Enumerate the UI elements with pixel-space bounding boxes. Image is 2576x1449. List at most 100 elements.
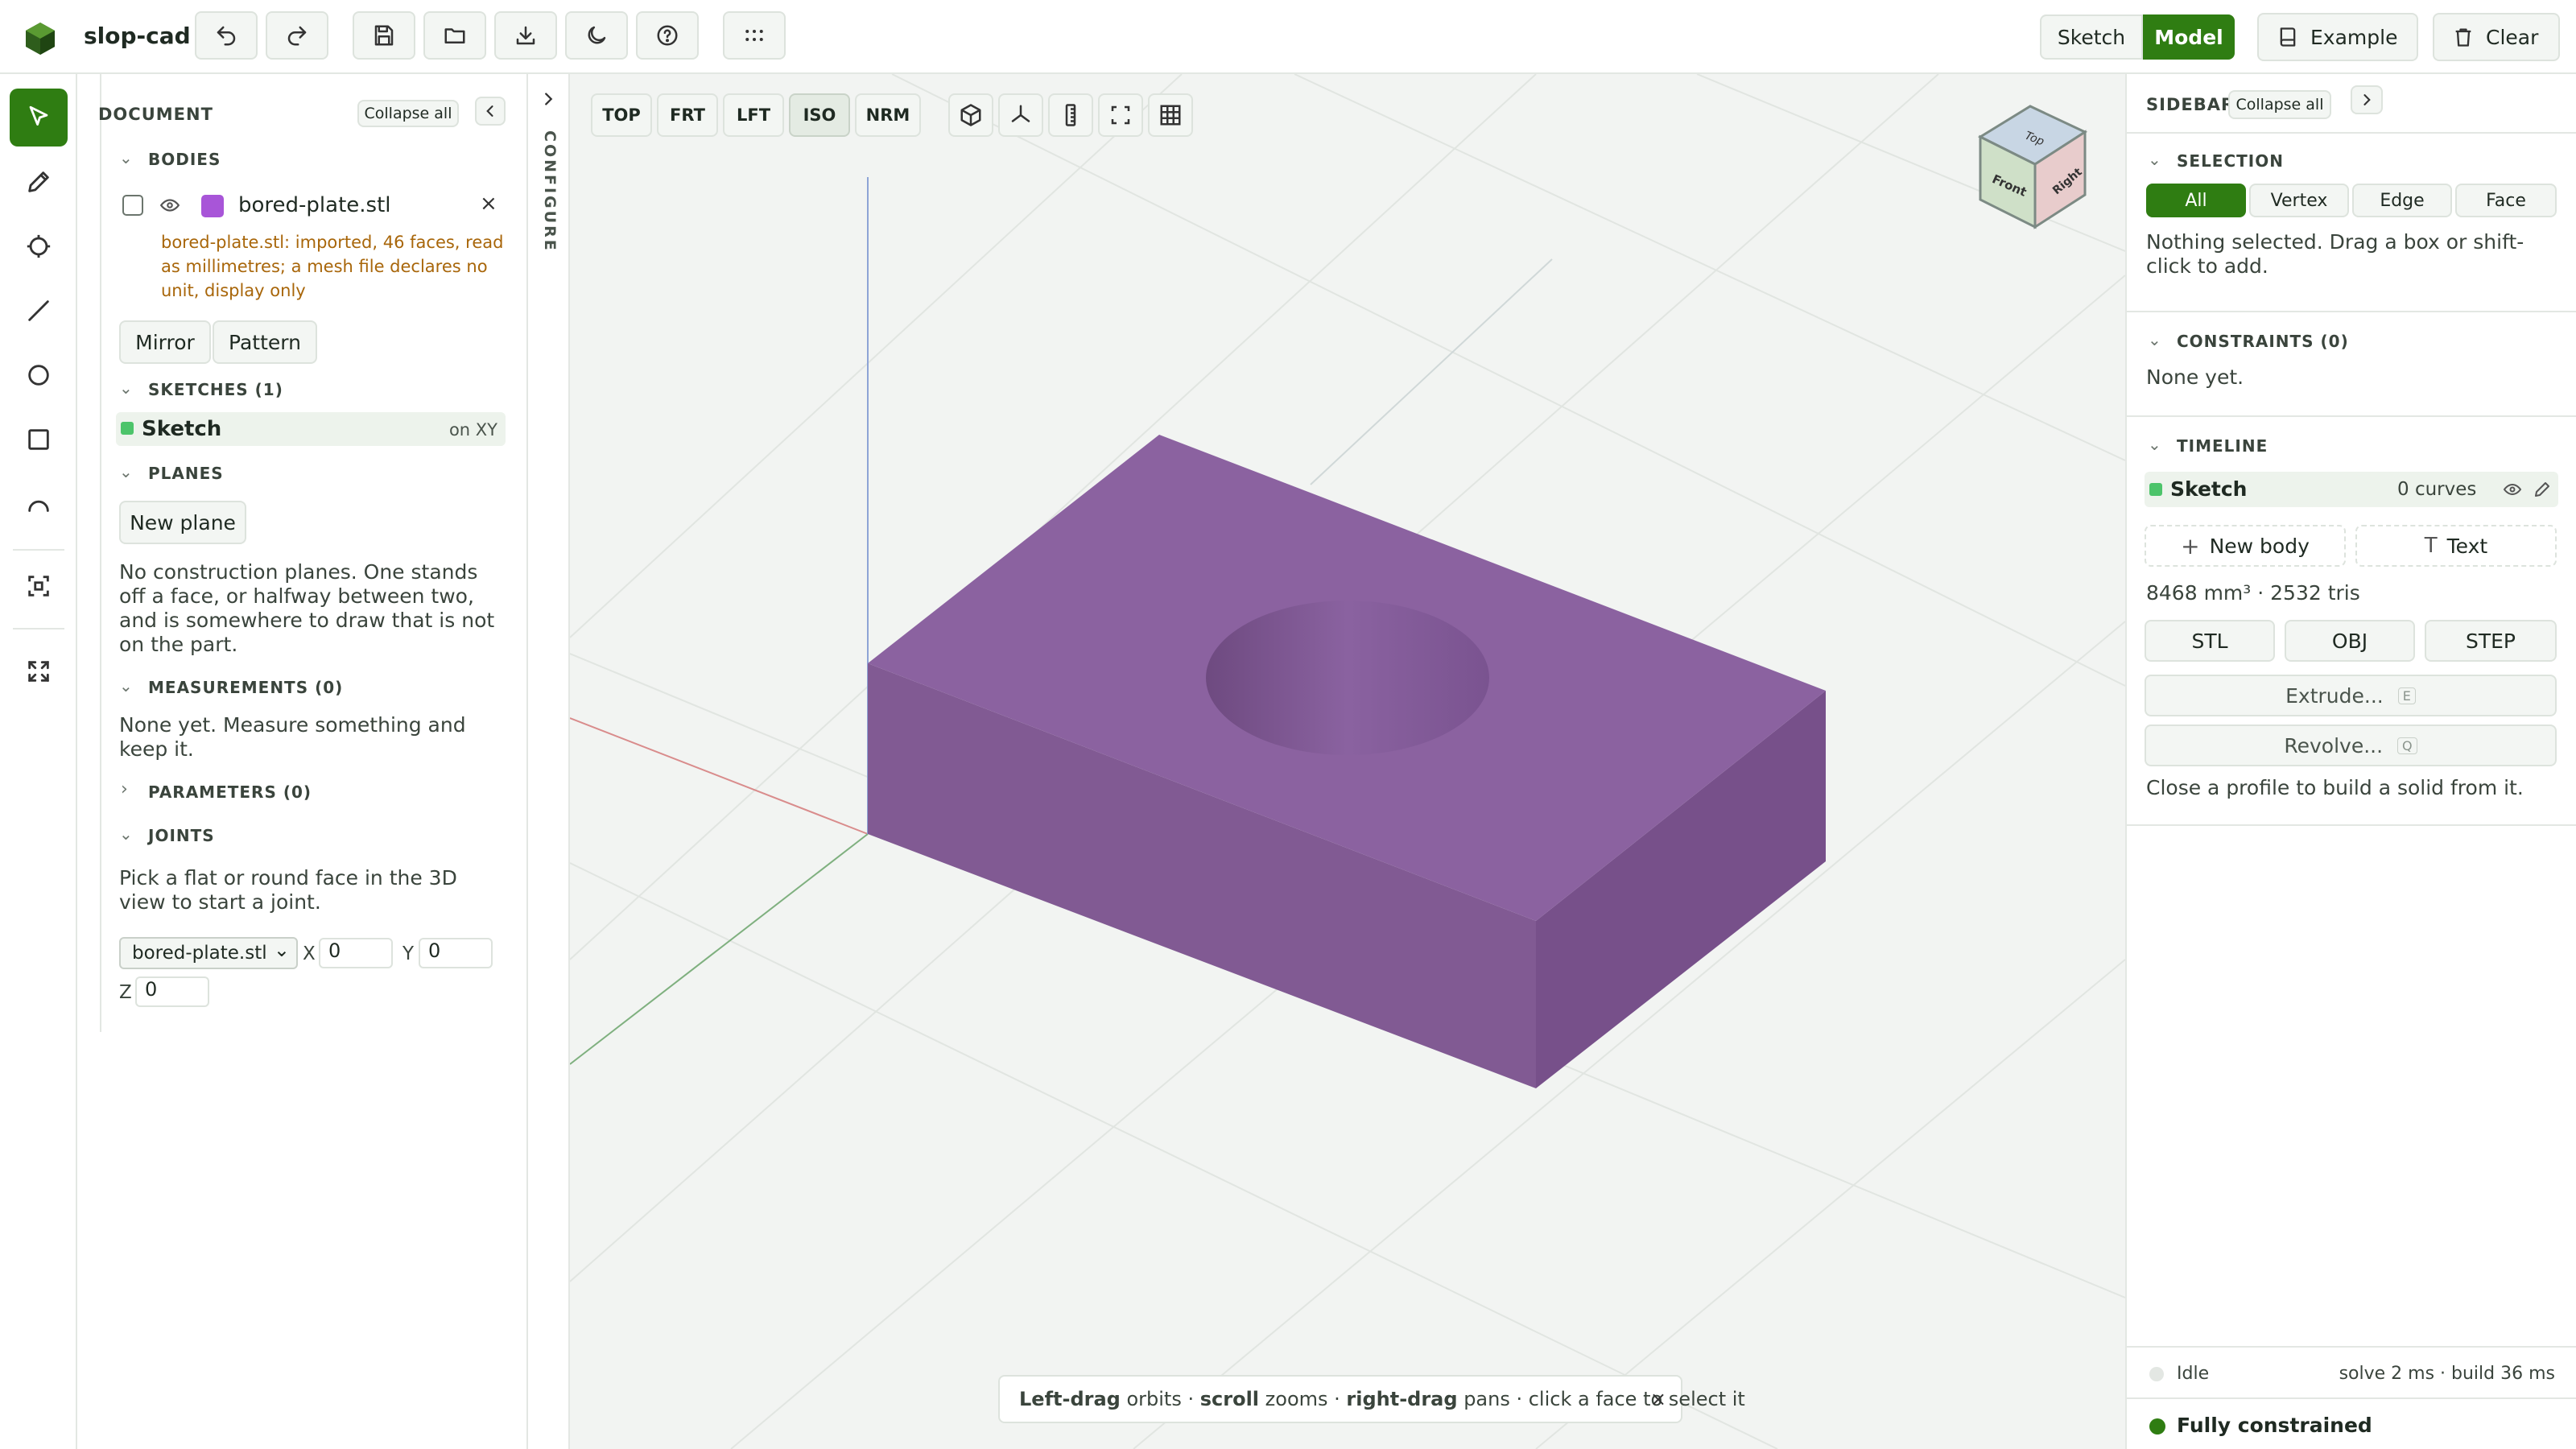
selection-title[interactable]: SELECTION xyxy=(2177,151,2284,171)
collapse-panel-button[interactable] xyxy=(475,97,506,126)
chevron-down-icon[interactable]: ⌄ xyxy=(119,824,133,844)
export-obj-button[interactable]: OBJ xyxy=(2285,620,2415,662)
axes-toggle-button[interactable] xyxy=(998,93,1043,137)
chevron-down-icon[interactable]: ⌄ xyxy=(119,148,133,167)
arc-tool[interactable] xyxy=(10,475,68,533)
document-title: DOCUMENT xyxy=(98,105,213,124)
circle-tool[interactable] xyxy=(10,346,68,404)
chevron-down-icon[interactable]: ⌄ xyxy=(2148,330,2161,349)
body-name[interactable]: bored-plate.stl xyxy=(238,193,391,217)
grid-dots-icon xyxy=(745,30,763,41)
close-icon[interactable]: × xyxy=(480,192,497,216)
save-icon xyxy=(374,25,394,46)
clear-button[interactable]: Clear xyxy=(2433,13,2560,61)
sidebar-collapse-all-button[interactable]: Collapse all xyxy=(2228,90,2331,119)
configure-strip[interactable]: CONFIGURE xyxy=(528,74,570,1449)
line-tool[interactable] xyxy=(10,282,68,340)
bore-hole[interactable] xyxy=(1206,601,1489,755)
measurements-title[interactable]: MEASUREMENTS (0) xyxy=(148,678,343,697)
view-cube[interactable]: Top Front Right xyxy=(1972,98,2093,235)
export-step-button[interactable]: STEP xyxy=(2425,620,2557,662)
chevron-down-icon[interactable]: ⌄ xyxy=(119,462,133,481)
chevron-down-icon[interactable]: ⌄ xyxy=(119,676,133,696)
rectangle-tool[interactable] xyxy=(10,411,68,469)
bodies-title[interactable]: BODIES xyxy=(148,150,221,169)
download-button[interactable] xyxy=(494,11,557,60)
save-button[interactable] xyxy=(353,11,415,60)
measure-button[interactable] xyxy=(1048,93,1093,137)
chevron-down-icon[interactable]: ⌄ xyxy=(2148,150,2161,169)
fit-selection-tool[interactable] xyxy=(10,557,68,615)
joints-title[interactable]: JOINTS xyxy=(148,826,215,845)
sketch-list-item[interactable]: Sketch on XY xyxy=(116,412,506,446)
sidebar-collapse-button[interactable] xyxy=(2351,85,2383,114)
scene[interactable] xyxy=(570,74,2125,1449)
hint-text-1: orbits · xyxy=(1120,1388,1200,1410)
filter-edge-button[interactable]: Edge xyxy=(2352,184,2452,217)
x-field[interactable]: 0 xyxy=(319,938,393,968)
3d-viewport[interactable]: TOP FRT LFT ISO NRM Top Front Right Left… xyxy=(570,74,2125,1449)
dashed-box-icon xyxy=(1111,105,1130,125)
chevron-right-icon[interactable]: › xyxy=(121,779,128,799)
sketches-title[interactable]: SKETCHES (1) xyxy=(148,380,283,399)
wireframe-toggle-button[interactable] xyxy=(948,93,993,137)
chevron-right-icon[interactable] xyxy=(539,90,557,111)
extrude-button[interactable]: Extrude... E xyxy=(2145,675,2557,716)
joint-body-select[interactable]: bored-plate.stl ⌄ xyxy=(119,937,298,969)
example-button[interactable]: Example xyxy=(2257,13,2418,61)
planes-title[interactable]: PLANES xyxy=(148,464,224,483)
body-color-swatch[interactable] xyxy=(201,195,224,217)
parameters-title[interactable]: PARAMETERS (0) xyxy=(148,782,312,802)
mode-sketch-button[interactable]: Sketch xyxy=(2040,14,2143,60)
pencil-tool[interactable] xyxy=(10,153,68,211)
edit-icon[interactable] xyxy=(2533,480,2552,502)
tool-divider xyxy=(13,628,64,630)
chevron-down-icon[interactable]: ⌄ xyxy=(119,378,133,398)
revolve-label: Revolve... xyxy=(2284,733,2384,758)
constraints-title[interactable]: CONSTRAINTS (0) xyxy=(2177,332,2349,351)
revolve-button[interactable]: Revolve... Q xyxy=(2145,724,2557,766)
view-iso-button[interactable]: ISO xyxy=(789,93,850,137)
redo-icon xyxy=(287,26,307,46)
view-left-button[interactable]: LFT xyxy=(723,93,784,137)
fullscreen-tool[interactable] xyxy=(10,642,68,700)
filter-vertex-button[interactable]: Vertex xyxy=(2249,184,2349,217)
constrained-status-dot xyxy=(2149,1418,2165,1435)
help-button[interactable] xyxy=(636,11,699,60)
text-button[interactable]: T Text xyxy=(2355,525,2557,567)
axes-icon xyxy=(1011,105,1030,122)
new-body-button[interactable]: + New body xyxy=(2145,525,2346,567)
redo-button[interactable] xyxy=(266,11,328,60)
timeline-title[interactable]: TIMELINE xyxy=(2177,436,2268,456)
filter-all-button[interactable]: All xyxy=(2146,184,2246,217)
sketch-name: Sketch xyxy=(142,417,222,441)
view-top-button[interactable]: TOP xyxy=(591,93,652,137)
chevron-down-icon[interactable]: ⌄ xyxy=(2148,435,2161,454)
open-button[interactable] xyxy=(423,11,486,60)
theme-button[interactable] xyxy=(565,11,628,60)
mirror-button[interactable]: Mirror xyxy=(119,320,211,364)
expand-icon xyxy=(28,661,49,682)
eye-icon[interactable] xyxy=(2502,480,2523,502)
new-plane-button[interactable]: New plane xyxy=(119,501,246,544)
grid-toggle-button[interactable] xyxy=(1148,93,1193,137)
box-select-button[interactable] xyxy=(1098,93,1143,137)
mode-model-button[interactable]: Model xyxy=(2143,14,2235,60)
point-tool[interactable] xyxy=(10,217,68,275)
z-field[interactable]: 0 xyxy=(135,976,209,1007)
timeline-item[interactable]: Sketch 0 curves xyxy=(2145,472,2558,507)
undo-button[interactable] xyxy=(195,11,258,60)
collapse-all-button[interactable]: Collapse all xyxy=(357,100,459,127)
close-icon[interactable]: × xyxy=(1650,1388,1666,1410)
apps-button[interactable] xyxy=(723,11,786,60)
eye-icon[interactable] xyxy=(158,195,182,219)
pattern-button[interactable]: Pattern xyxy=(213,320,317,364)
extrude-shortcut: E xyxy=(2397,687,2416,704)
select-tool[interactable] xyxy=(10,89,68,147)
body-checkbox[interactable] xyxy=(122,195,143,216)
view-normal-button[interactable]: NRM xyxy=(855,93,921,137)
view-front-button[interactable]: FRT xyxy=(657,93,718,137)
filter-face-button[interactable]: Face xyxy=(2455,184,2557,217)
y-field[interactable]: 0 xyxy=(419,938,493,968)
export-stl-button[interactable]: STL xyxy=(2145,620,2275,662)
